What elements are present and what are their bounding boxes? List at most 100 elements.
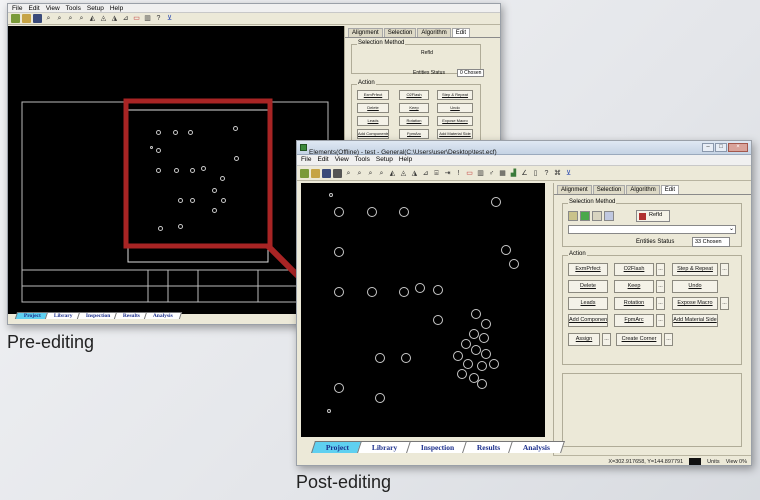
- menu-file[interactable]: File: [301, 156, 311, 165]
- action-dots-expose-macro[interactable]: ...: [720, 297, 729, 310]
- select-green-icon[interactable]: [580, 211, 590, 221]
- action-button-rotation[interactable]: Rotation: [614, 297, 654, 310]
- menu-edit[interactable]: Edit: [317, 156, 328, 165]
- action-button-keep[interactable]: Keep: [614, 280, 654, 293]
- action-button-add-components[interactable]: Add Components: [357, 129, 389, 139]
- menu-tools[interactable]: Tools: [66, 5, 81, 12]
- action-button-rotation[interactable]: Rotation: [399, 116, 429, 126]
- drawing-canvas[interactable]: [8, 26, 344, 314]
- tab-analysis[interactable]: Analysis: [144, 312, 183, 319]
- action-dots-fpmarc[interactable]: ...: [656, 314, 665, 327]
- info-icon[interactable]: ?: [542, 169, 551, 178]
- selection-dropdown[interactable]: ⌄: [568, 225, 736, 234]
- select-icon[interactable]: ⇥: [443, 169, 452, 178]
- select-icon[interactable]: ▥: [476, 169, 485, 178]
- tab-algorithm[interactable]: Algorithm: [626, 185, 660, 194]
- transform-icon[interactable]: ⊿: [121, 14, 130, 23]
- new-icon[interactable]: [11, 14, 20, 23]
- action-button-o2flash[interactable]: O2Flash: [399, 90, 429, 100]
- zoom-icon[interactable]: ⌕: [377, 169, 386, 178]
- info-icon[interactable]: ?: [154, 14, 163, 23]
- transform-icon[interactable]: ⌘: [553, 169, 562, 178]
- select-icon[interactable]: !: [454, 169, 463, 178]
- action-button-add-components[interactable]: Add Components: [568, 314, 608, 327]
- zoom-icon[interactable]: ⌕: [66, 14, 75, 23]
- action-button-keep[interactable]: Keep: [399, 103, 429, 113]
- mirror-icon[interactable]: ◬: [99, 14, 108, 23]
- zoom-icon[interactable]: ⌕: [366, 169, 375, 178]
- transform-icon[interactable]: ∠: [520, 169, 529, 178]
- tab-inspection[interactable]: Inspection: [76, 312, 120, 319]
- transform-icon[interactable]: ◮: [110, 14, 119, 23]
- action-button-undo[interactable]: Undo: [672, 280, 718, 293]
- action-button-exmprfect[interactable]: ExmPrfect: [568, 263, 608, 276]
- tab-results[interactable]: Results: [462, 441, 516, 453]
- action-dots-rotation[interactable]: ...: [656, 297, 665, 310]
- action-button-add-material-side[interactable]: Add Material Side: [437, 129, 473, 139]
- open-icon[interactable]: [22, 14, 31, 23]
- close-button[interactable]: ×: [728, 143, 748, 152]
- menu-help[interactable]: Help: [110, 5, 123, 12]
- drawing-canvas[interactable]: [301, 183, 545, 437]
- action-button-leads[interactable]: Leads: [357, 116, 389, 126]
- mirror-icon[interactable]: ◭: [88, 14, 97, 23]
- action-dots-create-corner[interactable]: ...: [664, 333, 673, 346]
- action-button-exmprfect[interactable]: ExmPrfect: [357, 90, 389, 100]
- action-button-expose-macro[interactable]: Expose Macro: [437, 116, 473, 126]
- menu-tools[interactable]: Tools: [355, 156, 370, 165]
- zoom-icon[interactable]: ⌕: [44, 14, 53, 23]
- action-button-step-repeat[interactable]: Step & Repeat: [672, 263, 718, 276]
- tab-inspection[interactable]: Inspection: [405, 441, 469, 453]
- select-copy-icon[interactable]: [592, 211, 602, 221]
- action-button-fpmarc[interactable]: FpmArc: [399, 129, 429, 139]
- select-edit-icon[interactable]: [604, 211, 614, 221]
- menu-setup[interactable]: Setup: [87, 5, 104, 12]
- action-dots-step-repeat[interactable]: ...: [720, 263, 729, 276]
- transform-icon[interactable]: ◮: [410, 169, 419, 178]
- tab-analysis[interactable]: Analysis: [508, 441, 566, 453]
- transform-icon[interactable]: ▟: [509, 169, 518, 178]
- select-icon[interactable]: ⊻: [564, 169, 573, 178]
- tab-selection[interactable]: Selection: [592, 185, 626, 194]
- select-icon[interactable]: ⊻: [165, 14, 174, 23]
- tab-edit[interactable]: Edit: [451, 28, 471, 37]
- tab-library[interactable]: Library: [357, 441, 413, 453]
- menu-view[interactable]: View: [335, 156, 349, 165]
- save-icon[interactable]: [33, 14, 42, 23]
- zoom-icon[interactable]: ⌕: [77, 14, 86, 23]
- select-icon[interactable]: ⌸: [432, 169, 441, 178]
- save-icon[interactable]: [322, 168, 331, 178]
- menu-edit[interactable]: Edit: [28, 5, 39, 12]
- action-button-assign[interactable]: Assign: [568, 333, 600, 346]
- select-icon[interactable]: ▭: [132, 14, 141, 23]
- menu-help[interactable]: Help: [399, 156, 412, 165]
- zoom-icon[interactable]: ⌕: [355, 169, 364, 178]
- menu-file[interactable]: File: [12, 5, 22, 12]
- action-button-delete[interactable]: Delete: [568, 280, 608, 293]
- tab-edit[interactable]: Edit: [660, 185, 680, 194]
- action-dots-assign[interactable]: ...: [602, 333, 611, 346]
- select-icon[interactable]: ▥: [143, 14, 152, 23]
- menu-view[interactable]: View: [46, 5, 60, 12]
- action-dots-keep[interactable]: ...: [656, 280, 665, 293]
- action-button-create-corner[interactable]: Create Corner: [616, 333, 662, 346]
- action-button-undo[interactable]: Undo: [437, 103, 473, 113]
- open-icon[interactable]: [311, 168, 320, 178]
- refid-button[interactable]: RefId: [636, 210, 670, 222]
- action-button-add-material-side[interactable]: Add Material Side: [672, 314, 718, 327]
- action-dots-o2flash[interactable]: ...: [656, 263, 665, 276]
- tab-selection[interactable]: Selection: [383, 28, 417, 37]
- action-button-delete[interactable]: Delete: [357, 103, 389, 113]
- select-icon[interactable]: ▭: [465, 169, 474, 178]
- action-button-fpmarc[interactable]: FpmArc: [614, 314, 654, 327]
- new-icon[interactable]: [300, 168, 309, 178]
- maximize-button[interactable]: □: [715, 143, 727, 152]
- open-icon[interactable]: [333, 168, 342, 178]
- transform-icon[interactable]: ⊿: [421, 169, 430, 178]
- action-button-leads[interactable]: Leads: [568, 297, 608, 310]
- action-button-step-repeat[interactable]: Step & Repeat: [437, 90, 473, 100]
- transform-icon[interactable]: ▯: [531, 169, 540, 178]
- mirror-icon[interactable]: ◭: [388, 169, 397, 178]
- tab-algorithm[interactable]: Algorithm: [417, 28, 451, 37]
- tab-alignment[interactable]: Alignment: [557, 185, 592, 194]
